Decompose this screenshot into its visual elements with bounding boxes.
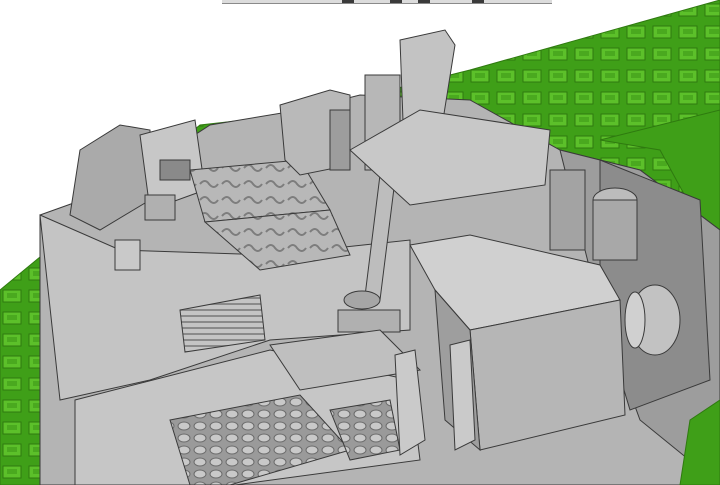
model-canvas[interactable] — [0, 0, 720, 485]
rear-console[interactable] — [279, 89, 351, 176]
3d-viewport[interactable] — [0, 0, 720, 485]
